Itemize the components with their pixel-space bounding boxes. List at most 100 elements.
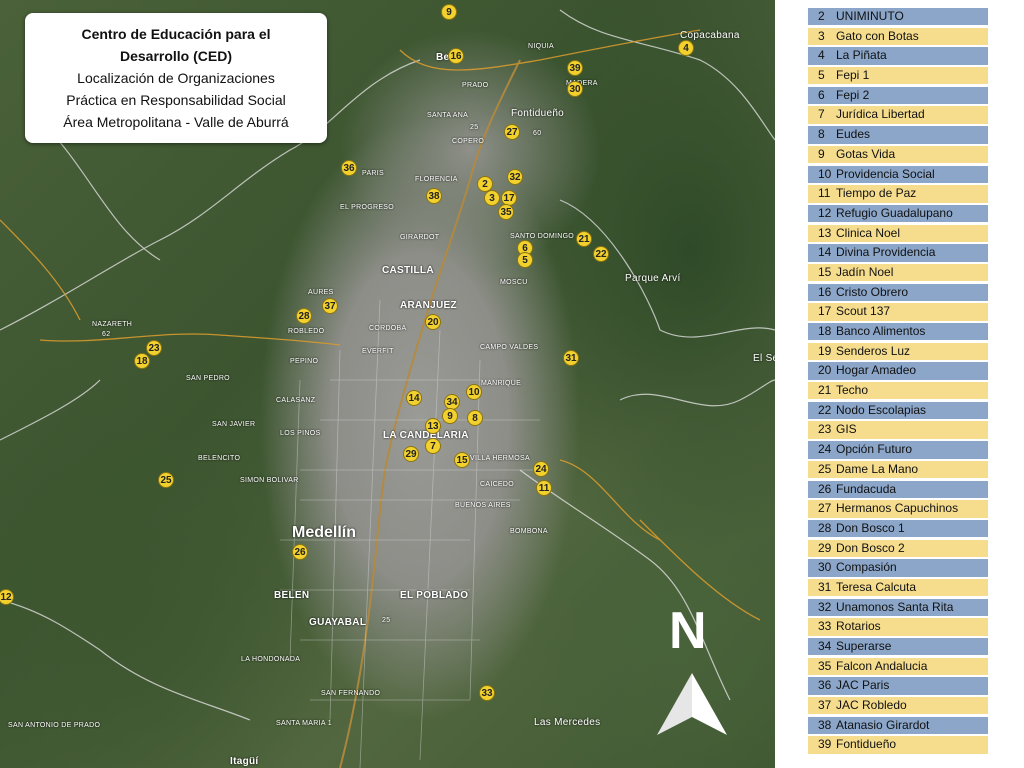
map-label-belencito: BELENCITO	[198, 455, 241, 462]
marker-35[interactable]: 35	[498, 204, 514, 220]
legend-item-name: Hermanos Capuchinos	[836, 501, 959, 516]
marker-11[interactable]: 11	[536, 480, 552, 496]
marker-3[interactable]: 3	[484, 190, 500, 206]
legend-item-name: JAC Paris	[836, 678, 890, 693]
legend-item-number: 35	[818, 658, 832, 673]
marker-12[interactable]: 12	[0, 589, 14, 605]
marker-28[interactable]: 28	[296, 308, 312, 324]
north-arrow-icon	[657, 673, 727, 735]
legend-item-name: Banco Alimentos	[836, 324, 926, 338]
map-label-itagui: Itagüí	[230, 756, 259, 767]
satellite-map[interactable]: Bello Copacabana NIQUIA MADERA Fontidueñ…	[0, 0, 775, 768]
legend-item: 18 Banco Alimentos	[808, 323, 988, 341]
marker-31[interactable]: 31	[563, 350, 579, 366]
map-label-la-candelaria: LA CANDELARIA	[383, 430, 469, 441]
marker-25[interactable]: 25	[158, 472, 174, 488]
marker-22[interactable]: 22	[593, 246, 609, 262]
legend-item-number: 3	[818, 28, 825, 43]
map-label-manrique: MANRIQUE	[481, 380, 522, 387]
marker-38[interactable]: 38	[426, 188, 442, 204]
legend-item-number: 10	[818, 166, 832, 181]
map-label-los-pinos: LOS PINOS	[280, 430, 321, 437]
legend-item-number: 11	[818, 186, 831, 201]
marker-39[interactable]: 39	[567, 60, 583, 76]
legend-item-name: Techo	[836, 383, 869, 398]
legend-item-number: 36	[818, 678, 832, 693]
marker-13[interactable]: 13	[425, 418, 441, 434]
legend-item: 20 Hogar Amadeo	[808, 362, 988, 380]
map-label-robledo: ROBLEDO	[288, 328, 325, 335]
legend-item: 4 La Piñata	[808, 47, 988, 65]
map-label-el-progreso: EL PROGRESO	[340, 204, 394, 211]
legend-item-number: 29	[818, 540, 832, 555]
legend-item-number: 30	[818, 560, 832, 575]
map-label-prado: PRADO	[462, 82, 489, 89]
legend-item-number: 8	[818, 127, 825, 142]
marker-10[interactable]: 10	[466, 384, 482, 400]
legend-item-number: 25	[818, 461, 832, 476]
subtitle-line-1: Localización de Organizaciones	[77, 70, 275, 86]
legend-item-name: Don Bosco 2	[836, 540, 905, 555]
legend-item-name: Gotas Vida	[836, 146, 896, 161]
legend-item: 3 Gato con Botas	[808, 27, 988, 46]
marker-9-north[interactable]: 9	[441, 4, 457, 20]
marker-29[interactable]: 29	[403, 446, 419, 462]
map-label-niquia: NIQUIA	[528, 43, 554, 50]
marker-23[interactable]: 23	[146, 340, 162, 356]
map-title-box: Centro de Educación para el Desarrollo (…	[25, 13, 327, 143]
marker-36[interactable]: 36	[341, 160, 357, 176]
map-label-copero: COPERO	[452, 138, 485, 145]
marker-37[interactable]: 37	[322, 298, 338, 314]
marker-14[interactable]: 14	[406, 390, 422, 406]
map-label-fontidueno: Fontidueño	[511, 108, 565, 119]
marker-8[interactable]: 8	[467, 410, 483, 426]
legend-item-name: Gato con Botas	[836, 28, 919, 43]
marker-5[interactable]: 5	[517, 252, 533, 268]
road-shield-62: 62	[102, 331, 111, 338]
legend-item: 39 Fontidueño	[808, 736, 988, 754]
legend-item-name: Dame La Mano	[836, 461, 919, 476]
marker-32[interactable]: 32	[507, 169, 523, 185]
legend-item-name: La Piñata	[836, 48, 887, 63]
map-label-belen: BELEN	[274, 590, 310, 601]
legend-item: 35 Falcon Andalucia	[808, 657, 988, 676]
map-label-guayabal: GUAYABAL	[309, 617, 367, 628]
legend-item-name: Nodo Escolapias	[836, 402, 927, 417]
marker-7[interactable]: 7	[425, 438, 441, 454]
legend-item-number: 21	[818, 383, 832, 398]
title-line-1: Centro de Educación para el	[81, 26, 271, 42]
legend-item-number: 37	[818, 698, 832, 713]
legend-item-number: 33	[818, 619, 832, 634]
legend-item-number: 38	[818, 717, 832, 732]
legend-item: 9 Gotas Vida	[808, 145, 988, 164]
marker-9[interactable]: 9	[442, 408, 458, 424]
title-line-2: Desarrollo (CED)	[119, 48, 233, 64]
marker-27[interactable]: 27	[504, 124, 520, 140]
map-label-copacabana: Copacabana	[680, 30, 740, 41]
legend-item: 38 Atanasio Girardot	[808, 716, 988, 735]
marker-18[interactable]: 18	[134, 353, 150, 369]
legend-item-number: 31	[818, 579, 832, 594]
marker-4[interactable]: 4	[678, 40, 694, 56]
marker-33[interactable]: 33	[479, 685, 495, 701]
legend-item: 29 Don Bosco 2	[808, 539, 988, 557]
map-label-simon-bolivar: SIMON BOLIVAR	[240, 477, 299, 484]
legend-item-name: Atanasio Girardot	[836, 717, 930, 732]
map-label-villa-hermosa: VILLA HERMOSA	[470, 455, 530, 462]
legend-item-number: 14	[818, 245, 832, 260]
legend-item-number: 12	[818, 205, 832, 220]
legend-item-number: 7	[818, 107, 825, 122]
map-label-parque-arvi: Parque Arví	[625, 273, 681, 284]
marker-30[interactable]: 30	[567, 81, 583, 97]
map-label-aures: AURES	[308, 289, 334, 296]
legend-item-number: 4	[818, 48, 825, 63]
legend-item: 30 Compasión	[808, 559, 988, 577]
marker-15[interactable]: 15	[454, 452, 470, 468]
marker-26[interactable]: 26	[292, 544, 308, 560]
marker-16[interactable]: 16	[448, 48, 464, 64]
marker-20[interactable]: 20	[425, 314, 441, 330]
legend-item-name: Hogar Amadeo	[836, 363, 917, 378]
marker-21[interactable]: 21	[576, 231, 592, 247]
legend-item-name: JAC Robledo	[836, 698, 907, 713]
marker-24[interactable]: 24	[533, 461, 549, 477]
